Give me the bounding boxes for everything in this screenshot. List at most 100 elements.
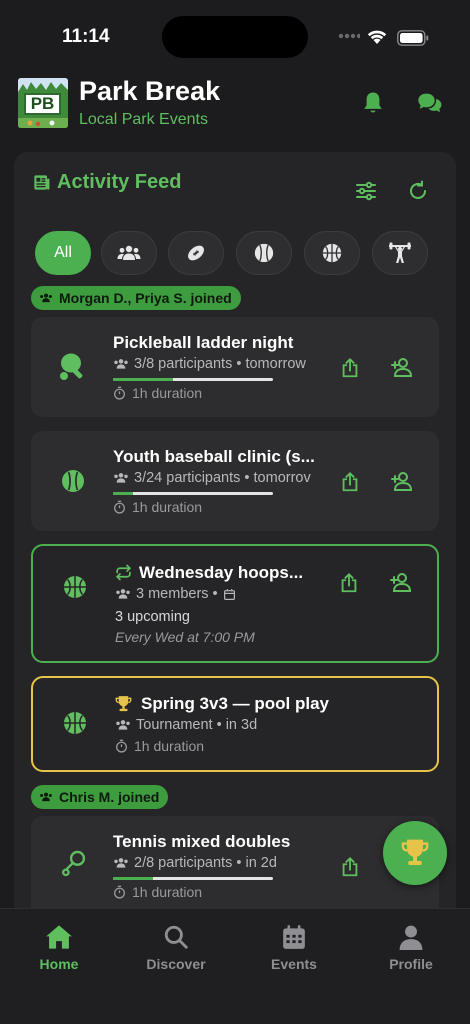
duration-text: 1h duration — [134, 738, 205, 754]
recurrence-schedule: Every Wed at 7:00 PM — [115, 629, 255, 645]
join-add-person-icon[interactable] — [388, 570, 412, 594]
filter-chip-football[interactable] — [168, 231, 224, 275]
progress-fill — [113, 378, 173, 381]
filter-chip-label: All — [54, 244, 72, 261]
group-icon — [117, 244, 141, 262]
share-icon[interactable] — [339, 470, 361, 494]
event-title: Spring 3v3 — pool play — [141, 694, 329, 713]
share-icon[interactable] — [339, 356, 361, 380]
event-meta: 3/8 participants • tomorrow — [113, 356, 306, 372]
event-title: Wednesday hoops... — [139, 563, 304, 582]
battery-icon — [397, 30, 429, 46]
recurring-event-card[interactable] — [31, 544, 439, 663]
repeat-icon — [115, 564, 132, 581]
tab-events[interactable]: Events — [239, 924, 349, 972]
participants-icon — [113, 857, 129, 869]
participants-icon — [113, 472, 129, 484]
feed-title: Activity Feed — [57, 171, 182, 193]
event-meta-text: Tournament • in 3d — [136, 717, 258, 733]
filter-chip-all[interactable]: All — [35, 231, 91, 275]
filter-chip-weightlifting[interactable] — [372, 231, 428, 275]
basketball-icon — [321, 242, 343, 264]
app-subtitle: Local Park Events — [79, 111, 208, 128]
app-logo: PB — [18, 78, 68, 128]
participation-progress-bar — [113, 877, 273, 880]
event-duration: 1h duration — [113, 499, 202, 515]
event-meta-text: 3 members • — [136, 586, 218, 602]
event-duration: 1h duration — [113, 884, 202, 900]
cellular-signal-icon — [338, 33, 360, 39]
tab-label: Home — [39, 956, 79, 972]
progress-fill — [113, 492, 133, 495]
tournaments-fab-button[interactable] — [383, 821, 447, 885]
status-time: 11:14 — [62, 26, 110, 47]
event-meta: Tournament • in 3d — [115, 717, 257, 733]
app-title: Park Break — [79, 76, 221, 106]
duration-text: 1h duration — [132, 884, 203, 900]
upcoming-count: 3 upcoming — [115, 609, 190, 625]
event-meta: 3/24 participants • tomorrov — [113, 470, 330, 486]
tab-home[interactable]: Home — [4, 924, 114, 972]
members-icon — [115, 588, 131, 600]
timer-icon — [113, 885, 126, 899]
basketball-icon — [63, 711, 87, 735]
event-meta-text: 3/24 participants • tomorrov — [134, 470, 311, 486]
filter-chip-basketball[interactable] — [304, 231, 360, 275]
group-icon — [39, 292, 53, 304]
event-meta: 2/8 participants • in 2d — [113, 855, 277, 871]
newspaper-icon — [32, 173, 51, 192]
joined-badge: Morgan D., Priya S. joined — [31, 286, 241, 310]
joined-badge-text: Chris M. joined — [59, 789, 160, 805]
logo-text: PB — [24, 93, 61, 115]
trophy-icon — [114, 695, 133, 713]
event-duration: 1h duration — [115, 738, 204, 754]
tab-profile[interactable]: Profile — [356, 924, 466, 972]
event-title: Youth baseball clinic (s... — [113, 447, 315, 466]
refresh-icon[interactable] — [406, 179, 430, 203]
join-add-person-icon[interactable] — [389, 469, 413, 493]
weightlifting-icon — [388, 241, 412, 265]
calendar-icon — [281, 924, 307, 950]
wifi-icon — [366, 27, 388, 45]
joined-badge: Chris M. joined — [31, 785, 169, 809]
event-duration: 1h duration — [113, 385, 202, 401]
notifications-bell-icon[interactable] — [359, 89, 387, 117]
football-icon — [185, 242, 207, 264]
filter-chip-group[interactable] — [101, 231, 157, 275]
tab-label: Profile — [389, 956, 433, 972]
tab-discover[interactable]: Discover — [121, 924, 231, 972]
dynamic-island — [162, 16, 308, 58]
event-title: Pickleball ladder night — [113, 333, 294, 352]
event-meta-text: 2/8 participants • in 2d — [134, 855, 277, 871]
home-icon — [45, 924, 73, 950]
share-icon[interactable] — [339, 855, 361, 879]
progress-fill — [113, 877, 153, 880]
filter-chip-baseball[interactable] — [236, 231, 292, 275]
search-icon — [163, 924, 189, 950]
share-icon[interactable] — [338, 571, 360, 595]
tennis-racket-icon — [60, 849, 88, 877]
event-title: Tennis mixed doubles — [113, 832, 291, 851]
basketball-icon — [63, 575, 87, 599]
participants-icon — [115, 719, 131, 731]
event-meta: 3 members • — [115, 586, 236, 602]
tab-label: Discover — [146, 956, 206, 972]
person-icon — [398, 924, 424, 950]
filter-sliders-icon[interactable] — [354, 179, 378, 203]
tab-label: Events — [271, 956, 317, 972]
joined-badge-text: Morgan D., Priya S. joined — [59, 290, 232, 306]
baseball-icon — [253, 242, 275, 264]
duration-text: 1h duration — [132, 499, 203, 515]
join-add-person-icon[interactable] — [389, 355, 413, 379]
participants-icon — [113, 358, 129, 370]
timer-icon — [113, 386, 126, 400]
group-icon — [39, 791, 53, 803]
trophy-icon — [399, 838, 431, 868]
messages-chat-icon[interactable] — [416, 89, 444, 117]
participation-progress-bar — [113, 492, 273, 495]
calendar-icon — [223, 588, 236, 601]
timer-icon — [115, 739, 128, 753]
pickleball-icon — [58, 352, 90, 382]
baseball-icon — [61, 469, 85, 493]
event-meta-text: 3/8 participants • tomorrow — [134, 356, 306, 372]
